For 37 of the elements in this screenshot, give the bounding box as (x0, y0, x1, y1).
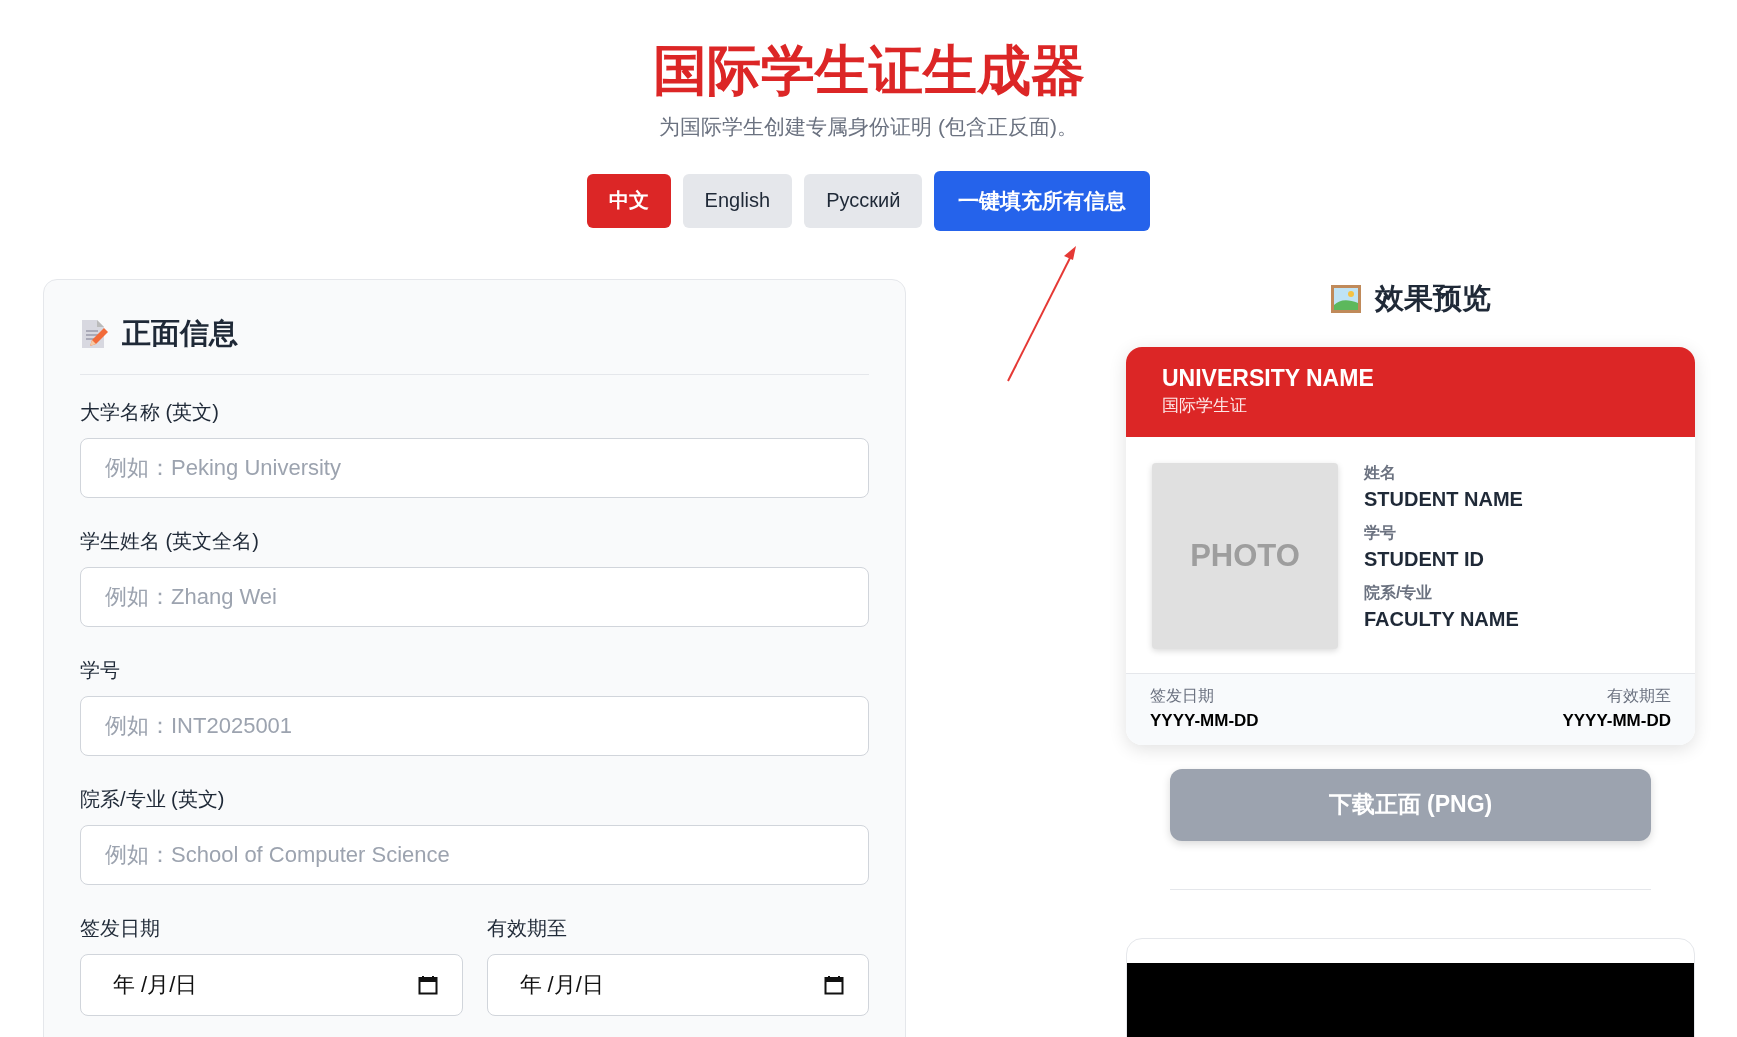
input-field[interactable]: 例如：School of Computer Science (80, 824, 869, 885)
university-name: UNIVERSITY NAME (1162, 364, 1375, 392)
page-title: 国际学生证生成器 (652, 39, 1085, 102)
section-title: 正面信息 (122, 315, 238, 351)
info-value: STUDENT ID (1364, 547, 1485, 571)
info-label: 学号 (1364, 522, 1397, 543)
memo-icon (80, 318, 108, 349)
calendar-icon (417, 974, 438, 995)
field-label: 有效期至 (486, 915, 568, 941)
input-field[interactable]: 例如：Zhang Wei (80, 566, 869, 627)
info-value: STUDENT NAME (1364, 487, 1523, 511)
date-label: 有效期至 (1607, 685, 1671, 706)
field-label: 学生姓名 (英文全名) (80, 528, 260, 554)
info-value: FACULTY NAME (1364, 607, 1520, 631)
info-label: 院系/专业 (1364, 582, 1434, 603)
date-label: 签发日期 (1150, 685, 1215, 706)
date-value: YYYY-MM-DD (1562, 710, 1671, 731)
field-label: 大学名称 (英文) (80, 399, 220, 425)
date-field[interactable]: 年 /月/日 (486, 953, 869, 1016)
picture-icon (1330, 284, 1361, 313)
date-field[interactable]: 年 /月/日 (80, 953, 463, 1016)
input-field[interactable]: 例如：Peking University (80, 437, 869, 498)
preview-title: 效果预览 (1374, 280, 1491, 316)
language-button[interactable]: 中文 (586, 173, 671, 228)
calendar-icon (824, 974, 844, 995)
info-label: 姓名 (1364, 462, 1397, 483)
card-subtitle: 国际学生证 (1162, 394, 1248, 417)
language-button[interactable]: English (682, 173, 793, 228)
language-button[interactable]: Русский (804, 173, 923, 228)
field-label: 签发日期 (80, 915, 161, 941)
photo-label: PHOTO (1190, 537, 1300, 574)
field-label: 院系/专业 (英文) (80, 786, 226, 812)
autofill-button[interactable]: 一键填充所有信息 (934, 170, 1151, 231)
field-label: 学号 (80, 657, 121, 683)
page-subtitle: 为国际学生创建专属身份证明 (包含正反面)。 (659, 113, 1078, 140)
date-value: YYYY-MM-DD (1150, 710, 1259, 731)
input-field[interactable]: 例如：INT2025001 (80, 695, 869, 756)
